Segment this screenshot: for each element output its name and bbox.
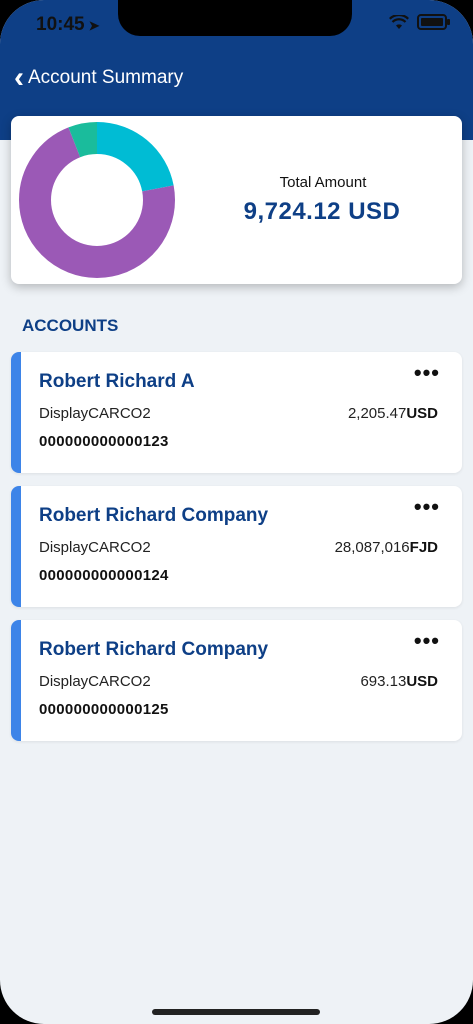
- status-time-text: 10:45: [36, 14, 85, 35]
- account-accent-stripe: [11, 620, 21, 741]
- account-name: Robert Richard A: [39, 371, 195, 392]
- more-options-icon[interactable]: •••: [414, 496, 440, 518]
- accounts-section-title: ACCOUNTS: [22, 316, 119, 335]
- account-name: Robert Richard Company: [39, 639, 269, 660]
- status-time: 10:45 ➤: [36, 14, 100, 36]
- chevron-left-icon: ‹: [14, 61, 24, 94]
- account-balance-value: 28,087,016: [334, 539, 410, 556]
- account-currency: FJD: [409, 539, 438, 556]
- account-display-name: DisplayCARCO2: [39, 673, 151, 690]
- account-display-name: DisplayCARCO2: [39, 539, 151, 556]
- account-balance-value: 693.13: [360, 673, 407, 690]
- account-balance: 693.13USD: [360, 673, 438, 690]
- account-card[interactable]: Robert Richard Company ••• DisplayCARCO2…: [11, 486, 462, 607]
- location-arrow-icon: ➤: [88, 18, 100, 33]
- account-balance: 2,205.47USD: [348, 405, 438, 422]
- account-currency: USD: [406, 405, 438, 422]
- account-balance-value: 2,205.47: [347, 405, 407, 422]
- account-display-name: DisplayCARCO2: [39, 405, 151, 422]
- page-title: Account Summary: [28, 67, 184, 88]
- donut-chart: [19, 122, 175, 278]
- account-number: 000000000000124: [39, 567, 169, 584]
- account-accent-stripe: [11, 352, 21, 473]
- account-currency: USD: [406, 673, 438, 690]
- account-card[interactable]: Robert Richard Company ••• DisplayCARCO2…: [11, 620, 462, 741]
- back-button[interactable]: ‹ Account Summary: [14, 61, 184, 94]
- total-amount-value: 9,724.12 USD: [243, 198, 401, 225]
- wifi-icon: [389, 14, 409, 29]
- app-screen: 10:45 ➤ ‹ Account Summary Total Amount 9,…: [0, 0, 473, 1024]
- account-number: 000000000000125: [39, 701, 169, 718]
- summary-card: Total Amount 9,724.12 USD: [11, 116, 462, 284]
- account-number: 000000000000123: [39, 433, 169, 450]
- account-balance: 28,087,016FJD: [335, 539, 438, 556]
- account-accent-stripe: [11, 486, 21, 607]
- account-name: Robert Richard Company: [39, 505, 269, 526]
- battery-icon: [417, 14, 450, 30]
- status-icons: [389, 14, 450, 30]
- device-notch: [118, 0, 352, 36]
- account-card[interactable]: Robert Richard A ••• DisplayCARCO2 2,205…: [11, 352, 462, 473]
- home-indicator[interactable]: [152, 1009, 320, 1015]
- more-options-icon[interactable]: •••: [414, 362, 440, 384]
- more-options-icon[interactable]: •••: [414, 630, 440, 652]
- total-amount-label: Total Amount: [279, 174, 367, 191]
